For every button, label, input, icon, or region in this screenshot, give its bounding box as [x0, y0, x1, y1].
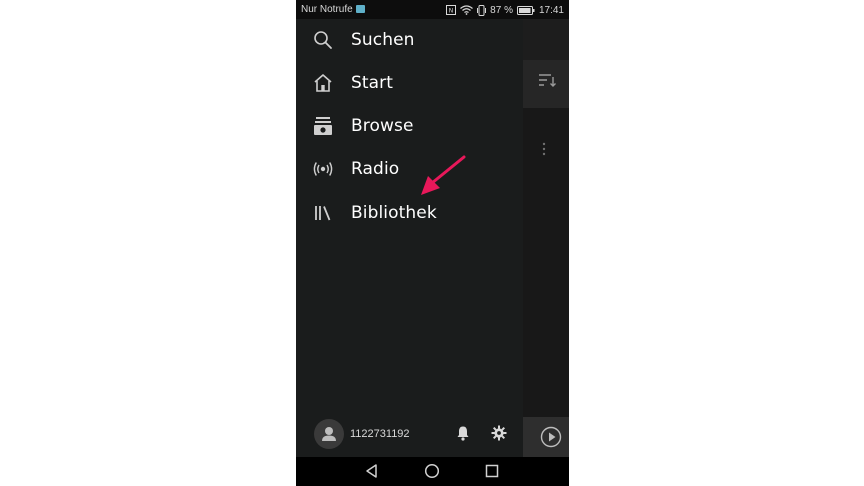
home-icon: [314, 74, 332, 92]
nav-item-suchen[interactable]: Suchen: [296, 20, 523, 60]
arrow-annotation: [421, 155, 466, 195]
navigation-drawer: Suchen Start Browse Radio Bibliothek 112…: [296, 19, 523, 457]
recents-icon[interactable]: [484, 463, 500, 479]
drawer-footer: 1122731192: [296, 417, 523, 457]
play-icon[interactable]: [540, 426, 562, 448]
username-text[interactable]: 1122731192: [350, 428, 410, 440]
background-header: [523, 19, 569, 60]
status-icons: N 87 % 17:41: [446, 3, 564, 17]
svg-text:N: N: [449, 8, 454, 15]
nav-item-start[interactable]: Start: [296, 63, 523, 103]
carrier-text: Nur Notrufe: [301, 4, 353, 15]
more-options-icon[interactable]: [542, 141, 546, 157]
nav-item-label: Bibliothek: [351, 203, 437, 223]
battery-icon: [516, 5, 535, 15]
nfc-icon: N: [446, 5, 457, 15]
phone-screen: Nur Notrufe N 87 % 17:41 Suchen Start Br…: [296, 0, 569, 486]
bell-icon[interactable]: [455, 425, 471, 441]
avatar[interactable]: [314, 419, 344, 449]
background-toolbar: [523, 60, 569, 108]
sort-icon[interactable]: [538, 72, 556, 88]
vibrate-icon: [477, 4, 487, 16]
background-app: [523, 19, 569, 457]
nav-item-label: Start: [351, 73, 394, 93]
gear-icon[interactable]: [491, 425, 507, 441]
system-navigation-bar: [296, 457, 569, 486]
avatar-icon: [322, 427, 336, 441]
sim-icon: [356, 5, 365, 13]
nav-item-label: Suchen: [351, 30, 415, 50]
back-icon[interactable]: [364, 463, 380, 479]
nav-item-label: Radio: [351, 159, 400, 179]
mini-player: [523, 417, 569, 457]
radio-icon: [313, 162, 333, 176]
browse-icon: [314, 117, 332, 135]
home-button-icon[interactable]: [424, 463, 440, 479]
library-icon: [315, 206, 331, 221]
battery-percent: 87 %: [490, 4, 513, 16]
status-time: 17:41: [538, 4, 564, 16]
nav-item-browse[interactable]: Browse: [296, 106, 523, 146]
search-icon: [314, 31, 332, 49]
status-bar: Nur Notrufe N 87 % 17:41: [296, 0, 569, 19]
nav-item-label: Browse: [351, 116, 414, 136]
wifi-icon: [460, 5, 474, 15]
